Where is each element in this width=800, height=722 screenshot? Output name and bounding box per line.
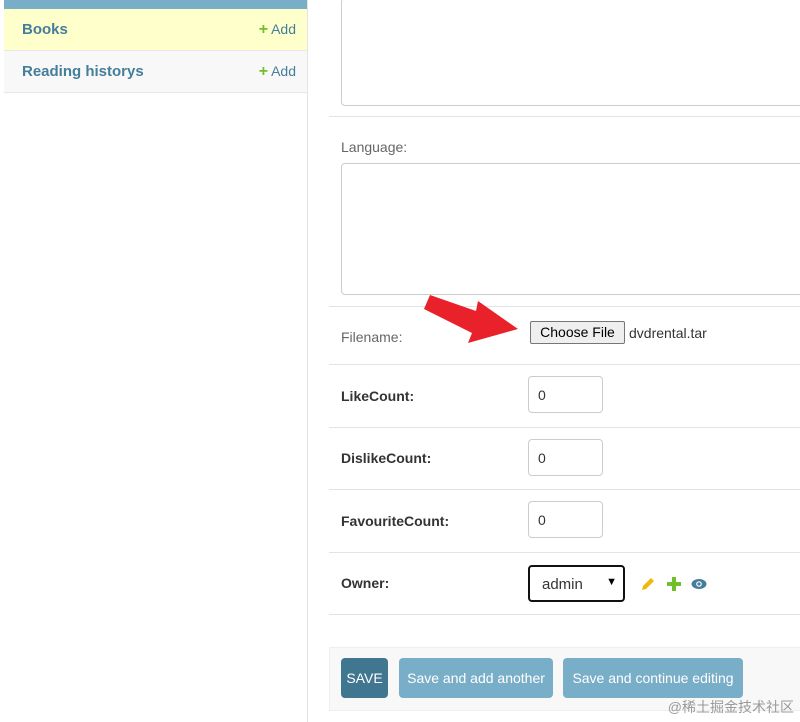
owner-selected-value: admin [542, 576, 583, 593]
chevron-down-icon: ▼ [606, 576, 617, 588]
choose-file-button[interactable]: Choose File [530, 321, 625, 344]
plus-icon: + [258, 21, 269, 38]
add-reading-history-link[interactable]: + Add [259, 63, 296, 81]
eye-icon[interactable] [691, 578, 707, 590]
form-row-likecount: LikeCount: 0 [329, 365, 800, 428]
sidebar-item-reading-historys[interactable]: Reading historys + Add [4, 51, 307, 93]
plus-icon[interactable] [667, 577, 681, 591]
favouritecount-label: FavouriteCount: [341, 513, 450, 529]
likecount-input[interactable]: 0 [528, 376, 603, 413]
sidebar-item-label[interactable]: Books [22, 21, 68, 38]
dislikecount-input[interactable]: 0 [528, 439, 603, 476]
save-and-add-another-button[interactable]: Save and add another [399, 658, 553, 698]
plus-icon: + [258, 63, 269, 80]
likecount-label: LikeCount: [341, 388, 415, 404]
form-row-dislikecount: DislikeCount: 0 [329, 428, 800, 490]
language-textarea[interactable] [341, 163, 800, 295]
change-form: Language: Filename: LikeCount: 0 Dislike… [329, 0, 800, 722]
save-and-continue-button[interactable]: Save and continue editing [563, 658, 743, 698]
watermark: @稀土掘金技术社区 [667, 699, 794, 715]
sidebar-header-bar [4, 0, 307, 9]
owner-select[interactable]: admin ▼ [528, 565, 625, 602]
sidebar-item-label[interactable]: Reading historys [22, 63, 144, 80]
filename-label: Filename: [341, 329, 403, 345]
red-arrow-annotation [424, 295, 518, 343]
language-label: Language: [341, 139, 408, 155]
sidebar: Books + Add Reading historys + Add [0, 0, 308, 722]
sidebar-item-books[interactable]: Books + Add [4, 9, 307, 51]
save-button[interactable]: SAVE [341, 658, 388, 698]
pencil-icon[interactable] [640, 576, 656, 592]
owner-label: Owner: [341, 575, 390, 591]
form-row-language: Language: [329, 117, 800, 307]
form-row-previous [329, 0, 800, 117]
form-row-favouritecount: FavouriteCount: 0 [329, 490, 800, 553]
add-book-link[interactable]: + Add [259, 21, 296, 39]
favouritecount-input[interactable]: 0 [528, 501, 603, 538]
red-arrow-shape [424, 295, 518, 343]
add-link-label[interactable]: Add [271, 63, 296, 79]
add-link-label[interactable]: Add [271, 21, 296, 37]
selected-file-name: dvdrental.tar [629, 325, 707, 341]
dislikecount-label: DislikeCount: [341, 450, 432, 466]
previous-textarea[interactable] [341, 0, 800, 106]
